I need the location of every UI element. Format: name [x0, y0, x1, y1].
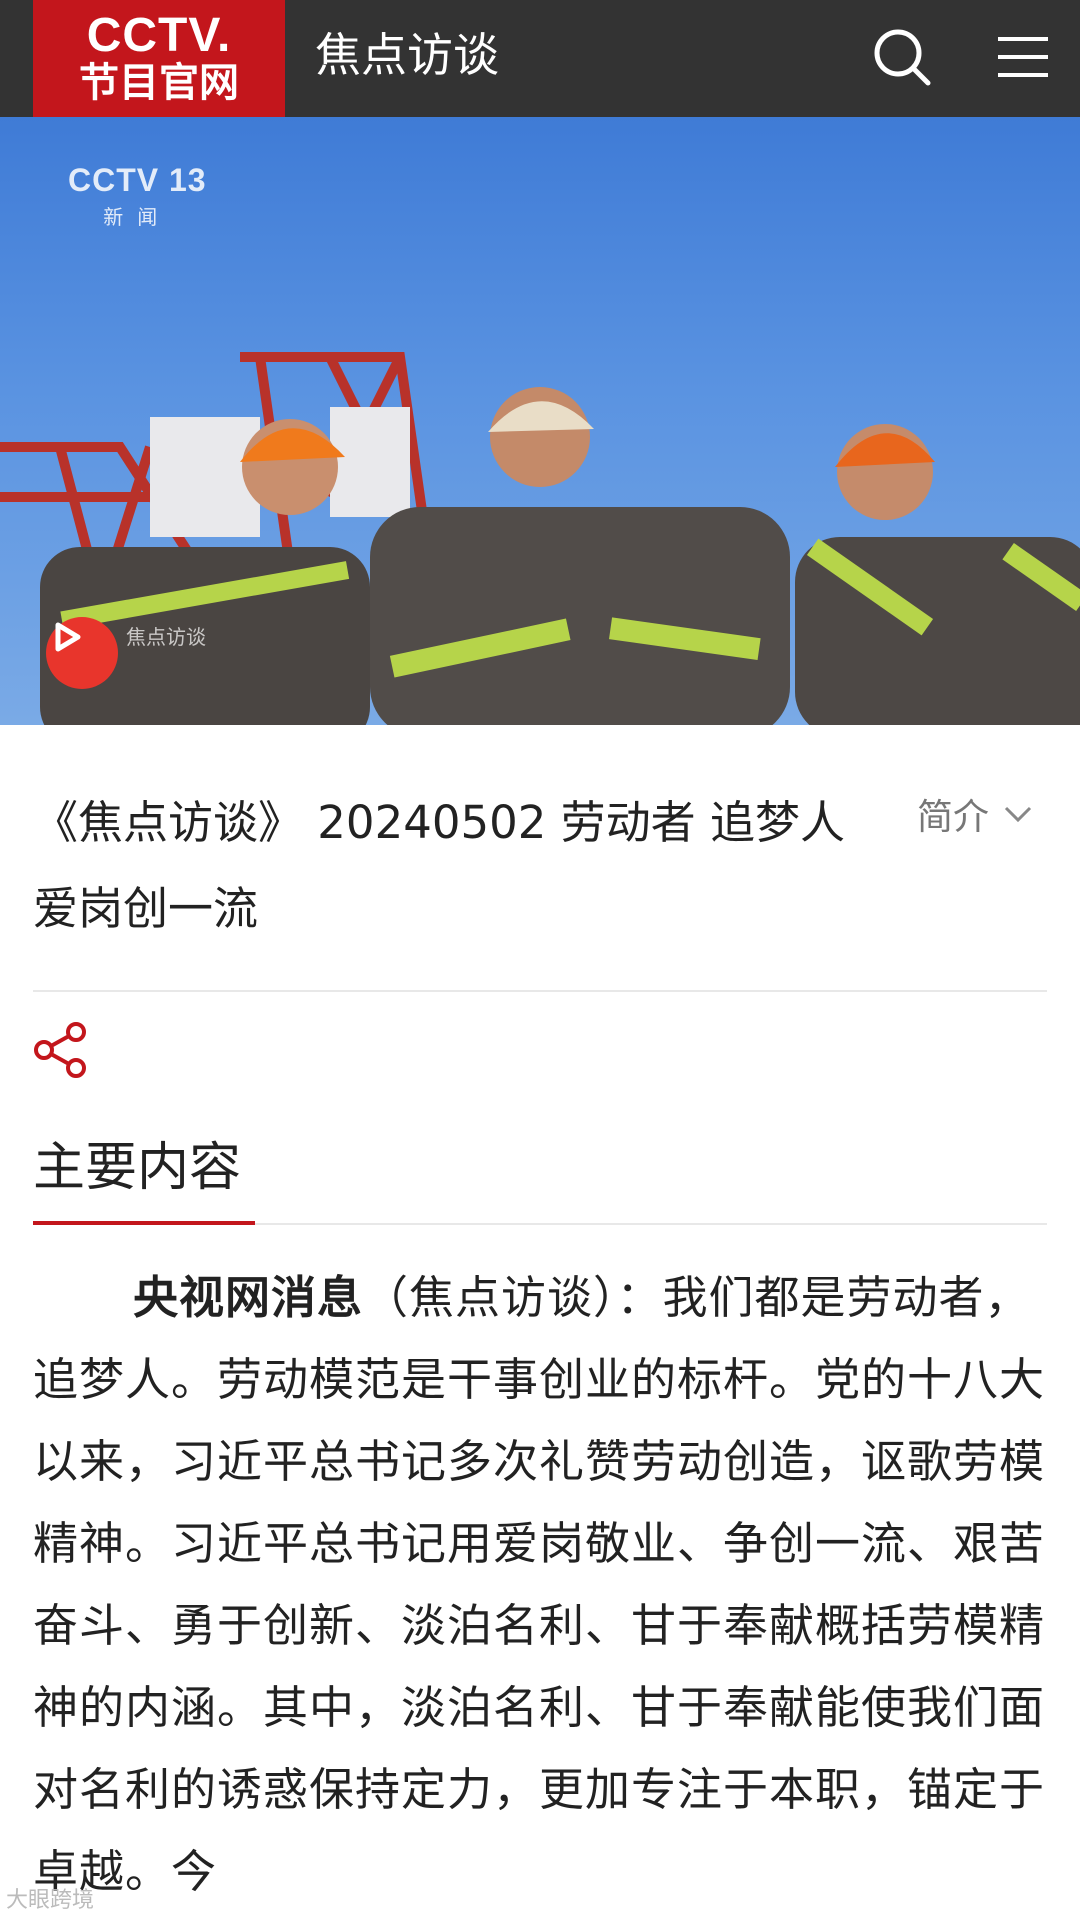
menu-icon	[998, 37, 1048, 77]
intro-toggle[interactable]: 简介	[917, 788, 1033, 840]
watermark-text: 焦点访谈	[126, 624, 206, 649]
video-title: 《焦点访谈》 20240502 劳动者 追梦人 爱岗创一流	[33, 796, 845, 935]
section-underline	[33, 1221, 255, 1225]
channel-logo-main: CCTV 13	[68, 162, 207, 198]
search-icon	[874, 29, 931, 86]
footer-watermark: 大眼跨境	[6, 1888, 95, 1913]
cctv-logo[interactable]: CCTV. 节目官网	[33, 0, 285, 117]
article-lead: 央视网消息	[133, 1271, 364, 1324]
share-button[interactable]	[32, 1020, 92, 1080]
section-title: 主要内容	[33, 1138, 242, 1198]
program-title: 焦点访谈	[315, 28, 499, 82]
logo-text-top: CCTV.	[86, 8, 232, 62]
intro-label: 简介	[917, 797, 990, 838]
chevron-down-icon	[1004, 806, 1032, 823]
search-button[interactable]	[871, 26, 933, 88]
top-bar: CCTV. 节目官网 焦点访谈	[0, 0, 1080, 117]
article-body: 央视网消息（焦点访谈）：我们都是劳动者，追梦人。劳动模范是干事创业的标杆。党的十…	[33, 1257, 1053, 1913]
divider	[33, 990, 1047, 992]
play-icon[interactable]	[46, 617, 118, 689]
menu-button[interactable]	[992, 26, 1054, 88]
divider	[255, 1223, 1047, 1225]
share-icon	[34, 1022, 86, 1078]
program-watermark: 焦点访谈	[46, 617, 206, 689]
channel-logo: CCTV 13 新闻	[68, 162, 207, 230]
video-cover-image[interactable]: CCTV 13 新闻 焦点访谈	[0, 117, 1080, 725]
channel-logo-sub: 新闻	[103, 205, 172, 229]
logo-text-bottom: 节目官网	[79, 59, 239, 106]
article-text: （焦点访谈）：我们都是劳动者，追梦人。劳动模范是干事创业的标杆。党的十八大以来，…	[33, 1271, 1046, 1898]
